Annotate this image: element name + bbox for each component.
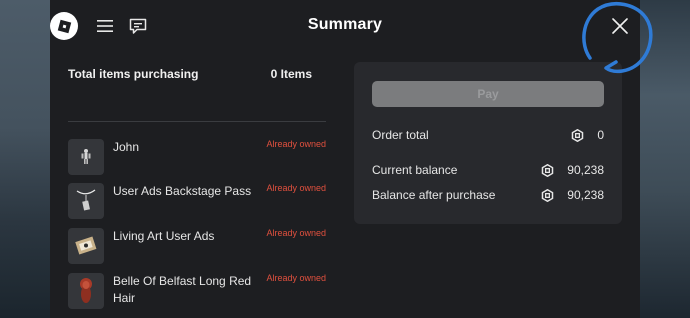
list-item[interactable]: Living Art User Ads Already owned [68, 228, 326, 266]
balance-after-value: 90,238 [567, 188, 604, 202]
purchase-summary-modal: Summary Total items purchasing 0 Items J… [50, 0, 640, 318]
item-name: User Ads Backstage Pass [113, 184, 252, 198]
divider [68, 121, 326, 122]
status-badge: Already owned [266, 183, 326, 193]
balance-after-value-group: 90,238 [541, 188, 604, 202]
pay-button[interactable]: Pay [372, 81, 604, 107]
item-name: John [113, 140, 140, 154]
item-thumbnail [68, 183, 104, 219]
current-balance-row: Current balance 90,238 [372, 163, 604, 181]
item-name: Living Art User Ads [113, 229, 215, 243]
roblox-logo-icon[interactable] [50, 12, 78, 40]
order-total-label: Order total [372, 128, 429, 142]
item-thumbnail [68, 139, 104, 175]
background-left [0, 0, 52, 318]
robux-icon [542, 188, 554, 202]
balance-after-row: Balance after purchase 90,238 [372, 188, 604, 206]
status-badge: Already owned [266, 273, 326, 283]
item-name: Belle Of Belfast Long Red Hair [113, 274, 252, 305]
item-list-section: Total items purchasing 0 Items John Alre… [68, 60, 326, 318]
list-item[interactable]: John Already owned [68, 139, 326, 177]
total-items-value: 0 Items [270, 67, 312, 81]
page-title: Summary [307, 16, 383, 33]
item-thumbnail [68, 273, 104, 309]
current-balance-value: 90,238 [567, 163, 604, 177]
status-badge: Already owned [266, 228, 326, 238]
item-thumbnail [68, 228, 104, 264]
background-right [638, 0, 690, 318]
order-total-value-group: 0 [571, 128, 604, 142]
robux-icon [542, 163, 554, 177]
checkout-panel: Pay Order total 0 Current balance 90,238 [354, 62, 622, 224]
close-icon[interactable] [607, 13, 633, 39]
order-total-value: 0 [597, 128, 604, 142]
current-balance-label: Current balance [372, 163, 458, 177]
status-badge: Already owned [266, 139, 326, 149]
current-balance-value-group: 90,238 [541, 163, 604, 177]
balance-after-label: Balance after purchase [372, 188, 496, 202]
list-item[interactable]: Belle Of Belfast Long Red Hair Already o… [68, 273, 326, 311]
robux-icon [572, 128, 584, 142]
total-items-label: Total items purchasing [68, 67, 199, 81]
order-total-row: Order total 0 [372, 128, 604, 146]
list-item[interactable]: User Ads Backstage Pass Already owned [68, 183, 326, 221]
